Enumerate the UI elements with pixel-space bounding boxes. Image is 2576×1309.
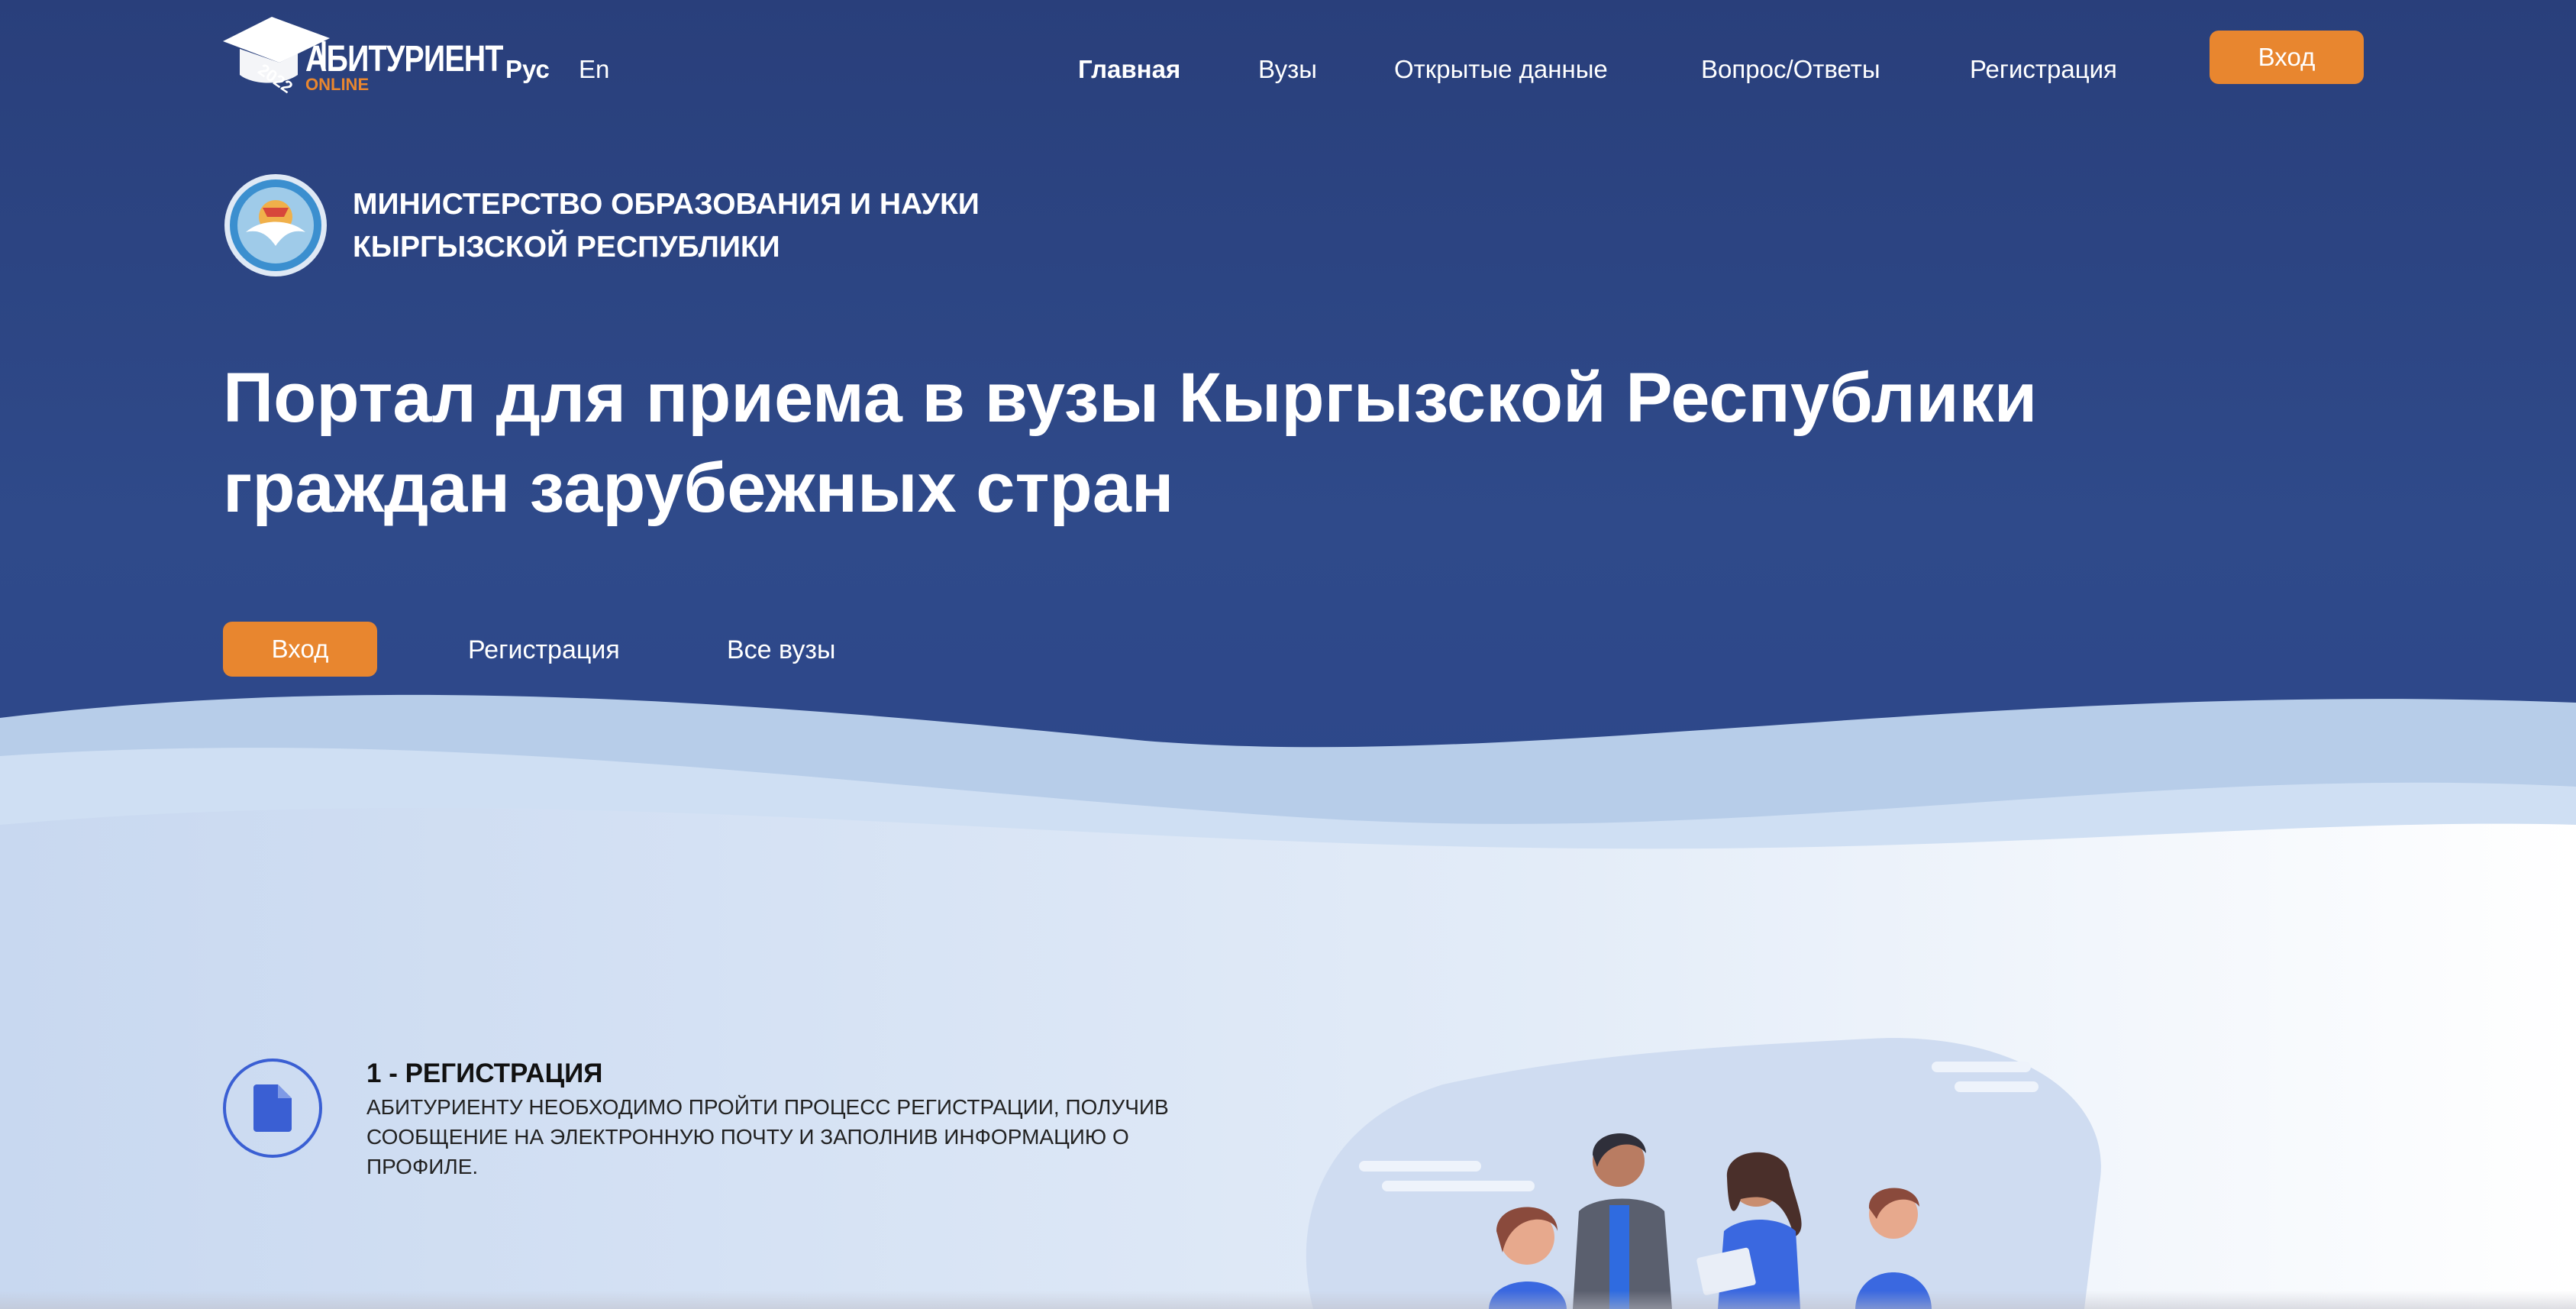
nav-login-button[interactable]: Вход [2210, 31, 2364, 84]
nav-link-register[interactable]: Регистрация [1970, 55, 2117, 84]
hero-login-button[interactable]: Вход [223, 622, 377, 677]
lang-en[interactable]: En [579, 55, 609, 84]
hero-register-link[interactable]: Регистрация [468, 635, 620, 665]
wave-background [0, 694, 2576, 1309]
hero-all-universities-link[interactable]: Все вузы [727, 635, 835, 665]
step-icon-circle [223, 1059, 322, 1158]
ministry-line1: МИНИСТЕРСТВО ОБРАЗОВАНИЯ И НАУКИ [353, 188, 980, 221]
title-line1: Портал для приема в вузы Кыргызской Респ… [223, 359, 2038, 437]
logo-text: АБИТУРИЕНТ [305, 39, 503, 79]
lang-ru[interactable]: Рус [505, 55, 550, 84]
logo-online: ONLINE [305, 75, 370, 94]
step-title: 1 - РЕГИСТРАЦИЯ [366, 1059, 603, 1088]
ministry-emblem [224, 174, 327, 276]
title-line2: граждан зарубежных стран [223, 449, 1174, 527]
ministry-line2: КЫРГЫЗСКОЙ РЕСПУБЛИКИ [353, 231, 780, 263]
top-nav: 2022 АБИТУРИЕНТ ONLINE Рус En Главная Ву… [223, 15, 2364, 99]
nav-link-home[interactable]: Главная [1078, 55, 1180, 84]
nav-link-open-data[interactable]: Открытые данные [1394, 55, 1608, 84]
document-icon [253, 1084, 292, 1132]
page-title: Портал для приема в вузы Кыргызской Респ… [223, 353, 2437, 533]
nav-link-faq[interactable]: Вопрос/Ответы [1701, 55, 1880, 84]
site-logo[interactable]: 2022 АБИТУРИЕНТ ONLINE [223, 15, 503, 99]
students-illustration [1306, 1038, 2101, 1309]
nav-link-universities[interactable]: Вузы [1258, 55, 1317, 84]
ministry-name: МИНИСТЕРСТВО ОБРАЗОВАНИЯ И НАУКИ КЫРГЫЗС… [353, 183, 1040, 269]
step-description: АБИТУРИЕНТУ НЕОБХОДИМО ПРОЙТИ ПРОЦЕСС РЕ… [366, 1095, 1169, 1178]
bottom-fade [0, 1291, 2576, 1309]
